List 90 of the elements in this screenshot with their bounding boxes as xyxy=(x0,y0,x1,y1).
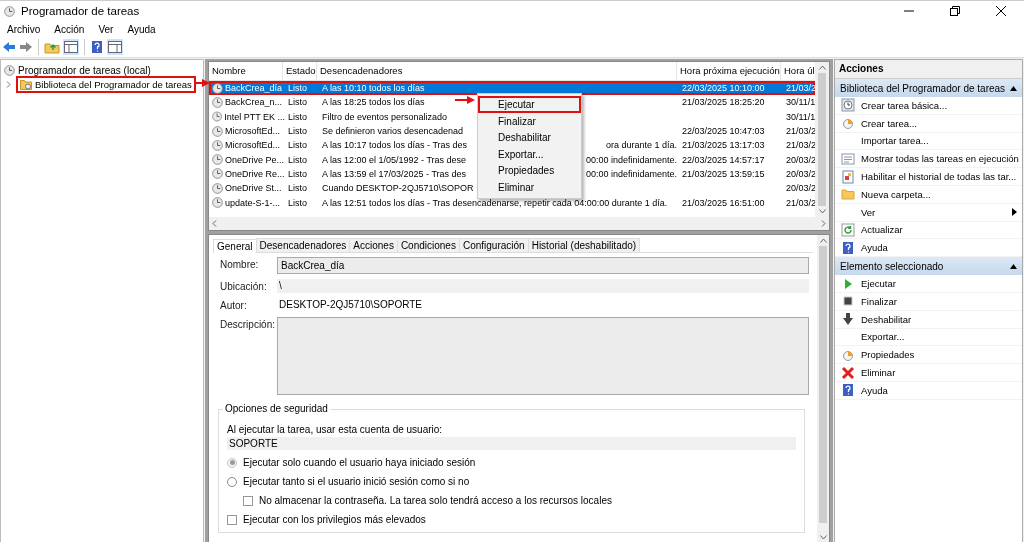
field-label: Descripción: xyxy=(220,318,277,330)
window-title: Programador de tareas xyxy=(21,5,140,17)
trigger-text: 00:00 indefinidamente. xyxy=(585,153,677,166)
trigger-text: 00:00 indefinidamente. xyxy=(585,167,677,180)
account-label: Al ejecutar la tarea, usar esta cuenta de usuario: xyxy=(227,424,444,435)
trigger-text: Se definieron varios desencadenad xyxy=(322,125,464,138)
menu-item[interactable]: Ejecutar xyxy=(478,96,581,113)
next-run-time: 21/03/2025 16:51:00 xyxy=(682,196,765,209)
next-run-time: 22/03/2025 10:47:03 xyxy=(682,125,765,138)
status-text: Listo xyxy=(288,125,307,138)
tab[interactable]: Configuración xyxy=(458,238,529,252)
field-label: Ubicación: xyxy=(220,280,268,292)
menu-item[interactable]: Propiedades xyxy=(478,162,581,179)
menu-item[interactable]: Ver xyxy=(98,23,114,35)
trigger-text: A las 10:17 todos los días - Tras des xyxy=(322,139,468,152)
last-run-time: 30/11/1 xyxy=(786,96,815,109)
action-item[interactable]: Habilitar el historial de todas las tar... xyxy=(835,168,1022,186)
task-name[interactable]: update-S-1-... xyxy=(225,196,281,209)
author-value: DESKTOP-2QJ5710\SOPORTE xyxy=(278,298,424,312)
task-name[interactable]: OneDrive Re... xyxy=(225,167,285,180)
task-name[interactable]: OneDrive Pe... xyxy=(225,153,285,166)
tab[interactable]: Historial (deshabilitado) xyxy=(527,238,641,252)
task-name[interactable]: BackCrea_n... xyxy=(225,96,283,109)
task-name[interactable]: MicrosoftEd... xyxy=(225,139,280,152)
trigger-text: A las 12:00 el 1/05/1992 - Tras dese xyxy=(322,153,467,166)
account-value: SOPORTE xyxy=(227,437,796,450)
next-run-time: 22/03/2025 14:57:17 xyxy=(682,153,765,166)
tab[interactable]: Desencadenadores xyxy=(255,238,351,252)
next-run-time: 21/03/2025 13:17:03 xyxy=(682,139,765,152)
task-name[interactable]: OneDrive St... xyxy=(225,182,282,195)
name-field[interactable]: BackCrea_día xyxy=(277,257,809,274)
action-item[interactable]: Ayuda xyxy=(835,239,1022,258)
status-text: Listo xyxy=(288,82,307,95)
action-item[interactable]: Eliminar xyxy=(835,364,1022,382)
column-header[interactable]: Estado xyxy=(283,62,317,80)
section-title[interactable]: Biblioteca del Programador de tareas xyxy=(840,82,1006,94)
status-text: Listo xyxy=(288,96,307,109)
trigger-text: A las 18:25 todos los días xyxy=(322,96,425,109)
status-text: Listo xyxy=(288,196,307,209)
column-header[interactable]: Desencadenadores xyxy=(317,62,677,80)
menu-item[interactable]: Deshabilitar xyxy=(478,129,581,146)
next-run-time: 21/03/2025 13:59:15 xyxy=(682,167,765,180)
menu-item[interactable]: Archivo xyxy=(7,23,41,35)
option-label: No almacenar la contraseña. La tarea solo tendrá acceso a los recursos locales xyxy=(259,495,612,506)
status-text: Listo xyxy=(288,110,307,123)
menu-item[interactable]: Ayuda xyxy=(127,23,156,35)
location-value: \ xyxy=(277,279,809,293)
task-name[interactable]: Intel PTT EK ... xyxy=(224,110,285,123)
task-name[interactable]: BackCrea_día xyxy=(225,82,283,95)
trigger-text: A las 13:59 el 17/03/2025 - Tras des xyxy=(322,167,467,180)
menu-item[interactable]: Acción xyxy=(54,23,85,35)
field-label: Autor: xyxy=(220,299,248,311)
last-run-time: 30/11/1 xyxy=(786,110,815,123)
status-text: Listo xyxy=(288,153,307,166)
column-header[interactable]: Hora próxima ejecución xyxy=(677,62,781,80)
trigger-text: A las 10:10 todos los días xyxy=(322,82,425,95)
trigger-text: Filtro de eventos personalizado xyxy=(322,110,448,123)
next-run-time: 21/03/2025 18:25:20 xyxy=(682,96,765,109)
action-item[interactable]: Mostrar todas las tareas en ejecución xyxy=(835,150,1022,169)
panel-title: Acciones xyxy=(835,60,1022,79)
tab[interactable]: Acciones xyxy=(349,238,398,252)
option-label: Ejecutar solo cuando el usuario haya iniciado sesión xyxy=(243,457,476,468)
option-label: Ejecutar tanto si el usuario inició sesión como si no xyxy=(243,476,470,487)
trigger-text: A las 12:51 todos los días - Tras desencadenarse, repetir cada 04:00:00 durante 1 día. xyxy=(322,196,668,209)
last-run-time: 21/03/2 xyxy=(786,196,815,209)
column-header[interactable]: Nombre xyxy=(209,62,283,80)
menu-item[interactable]: Eliminar xyxy=(478,178,581,196)
tab[interactable]: General xyxy=(213,239,257,253)
field-label: Nombre: xyxy=(220,258,260,270)
tree-item[interactable]: Biblioteca del Programador de tareas xyxy=(16,76,196,93)
tree-root[interactable]: Programador de tareas (local) xyxy=(18,65,151,76)
tab[interactable]: Condiciones xyxy=(396,238,460,252)
status-text: Listo xyxy=(288,139,307,152)
last-run-time: 20/03/2 xyxy=(786,153,815,166)
option-label: Ejecutar con los privilegios más elevados xyxy=(243,514,426,525)
last-run-time: 21/03/2 xyxy=(786,125,815,138)
group-title: Opciones de seguridad xyxy=(223,403,330,414)
status-text: Listo xyxy=(288,182,307,195)
menu-item[interactable]: Finalizar xyxy=(478,112,581,130)
last-run-time: 21/03/2 xyxy=(786,139,815,152)
trigger-text: Cuando DESKTOP-2QJ5710\SOPOR xyxy=(322,182,474,195)
menu-item[interactable]: Exportar... xyxy=(478,145,581,163)
action-item[interactable]: Crear tarea básica... xyxy=(835,97,1022,115)
last-run-time: 20/03/2 xyxy=(786,167,815,180)
task-name[interactable]: MicrosoftEd... xyxy=(225,125,280,138)
next-run-time: 22/03/2025 10:10:00 xyxy=(682,82,765,95)
status-text: Listo xyxy=(288,167,307,180)
trigger-text: ora durante 1 día. xyxy=(605,139,677,152)
last-run-time: 20/03/2 xyxy=(786,182,815,195)
section-title[interactable]: Elemento seleccionado xyxy=(840,260,944,272)
